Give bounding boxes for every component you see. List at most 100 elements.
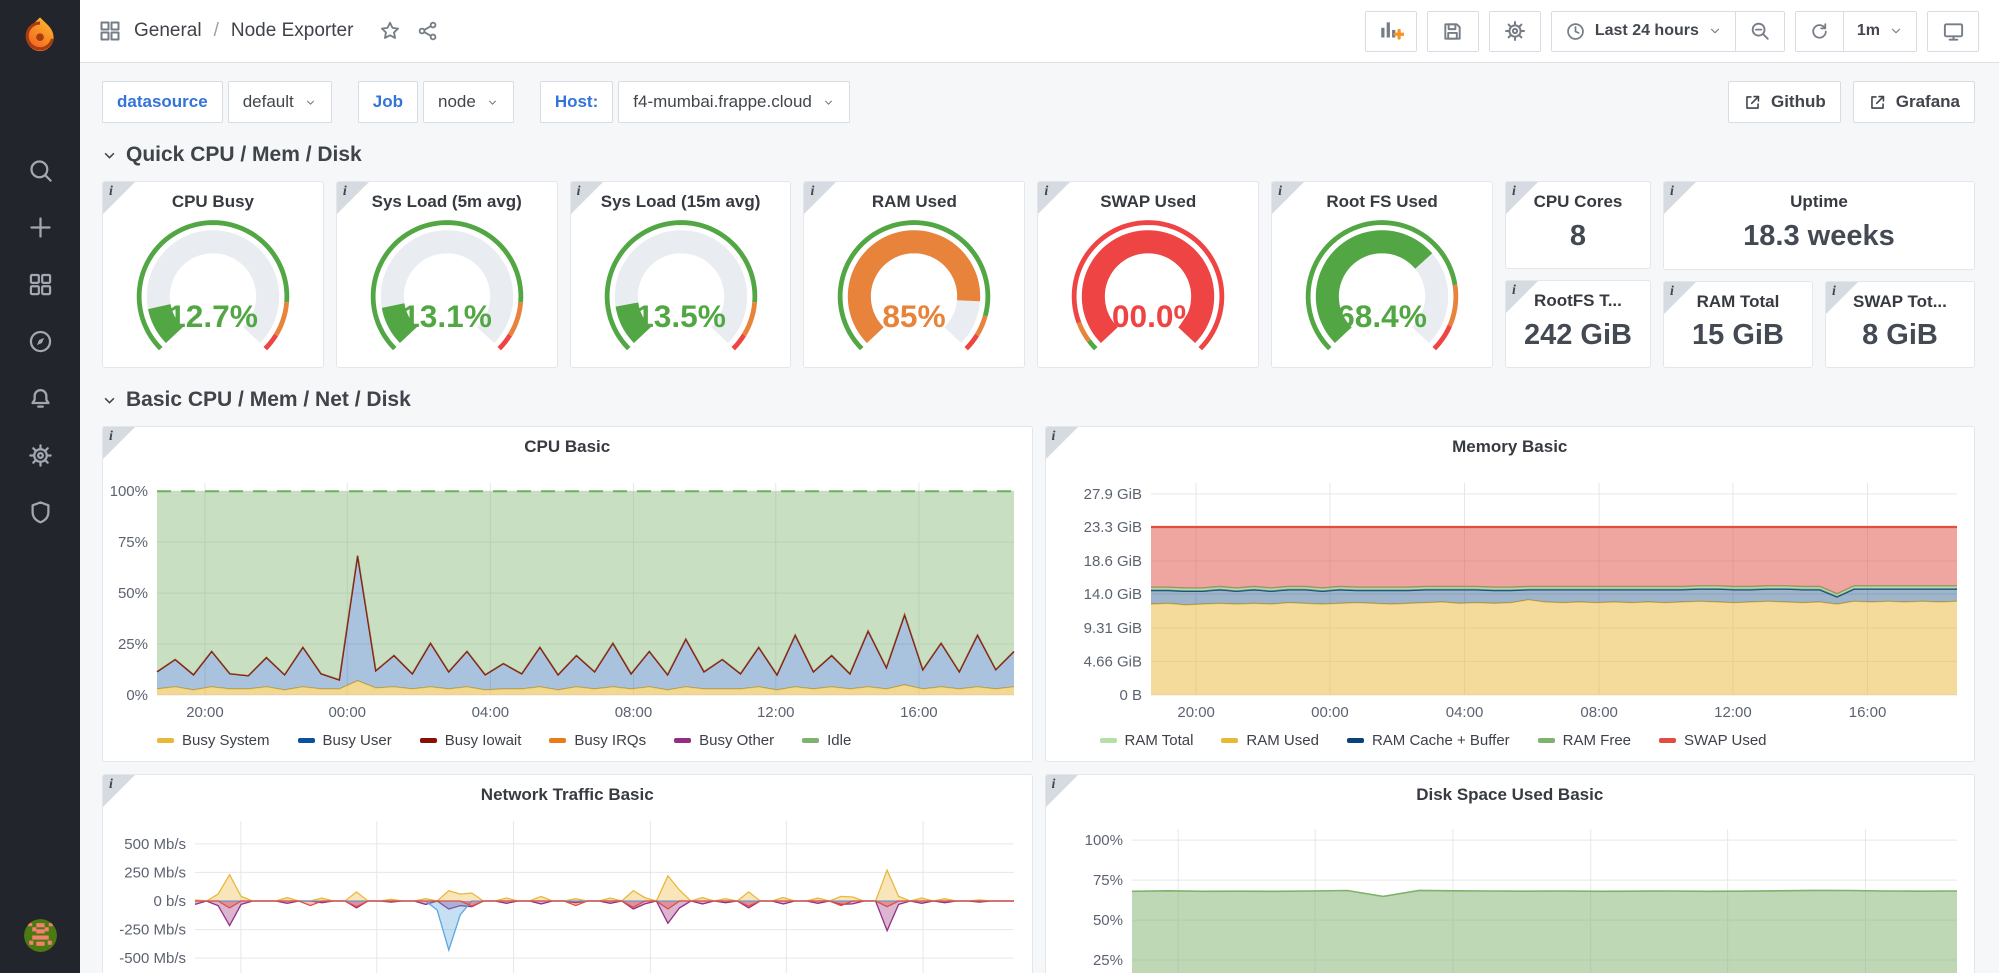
svg-text:50%: 50% (118, 585, 148, 602)
legend-item[interactable]: RAM Free (1538, 732, 1631, 749)
link-button-grafana[interactable]: Grafana (1853, 81, 1975, 123)
panel-title[interactable]: Root FS Used (1272, 182, 1492, 212)
legend-item[interactable]: Busy User (298, 732, 392, 749)
panel-info-corner[interactable]: i (804, 182, 836, 214)
stat-sub-row: iRAM Total15 GiBiSWAP Tot...8 GiB (1663, 281, 1975, 368)
share-icon[interactable] (417, 20, 439, 42)
panel-gauge-sys-load-15m-avg-: iSys Load (15m avg)13.5% (570, 181, 792, 368)
legend-item[interactable]: Busy Other (674, 732, 774, 749)
gauge: 12.7% (105, 212, 321, 354)
network-traffic-chart[interactable]: 500 Mb/s250 Mb/s0 b/s-250 Mb/s-500 Mb/s2… (111, 813, 1022, 973)
variables-bar: datasourcedefaultJobnodeHost:f4-mumbai.f… (80, 63, 1999, 123)
sidebar-item-dashboards[interactable] (0, 256, 80, 313)
panel-stat-cpu-cores: iCPU Cores8 (1505, 181, 1651, 269)
svg-text:16:00: 16:00 (900, 704, 938, 721)
panel-info-corner[interactable]: i (1664, 282, 1696, 314)
legend-item[interactable]: Idle (802, 732, 851, 749)
panel-info-corner[interactable]: i (103, 775, 135, 807)
svg-text:12:00: 12:00 (1714, 704, 1752, 721)
variable-label: Host: (540, 81, 613, 123)
panel-info-corner[interactable]: i (1506, 182, 1538, 214)
panel-title[interactable]: Memory Basic (1046, 427, 1975, 457)
panel-title[interactable]: Sys Load (5m avg) (337, 182, 557, 212)
panel-info-corner[interactable]: i (1506, 281, 1538, 313)
gauge: 100.0% (1040, 212, 1256, 354)
variable-value-dropdown[interactable]: f4-mumbai.frappe.cloud (618, 81, 850, 123)
chart-svg: 0 B4.66 GiB9.31 GiB14.0 GiB18.6 GiB23.3 … (1054, 475, 1965, 725)
dashboard-settings-button[interactable] (1489, 11, 1541, 52)
breadcrumb: General / Node Exporter (98, 19, 439, 43)
panel-info-corner[interactable]: i (1272, 182, 1304, 214)
legend-item[interactable]: Busy Iowait (420, 732, 522, 749)
disk-space-chart[interactable]: 0%25%50%75%100%20:0000:0004:0008:0012:00… (1054, 821, 1965, 973)
panel-info-corner[interactable]: i (1046, 427, 1078, 459)
link-button-github[interactable]: Github (1728, 81, 1841, 123)
stat-value: 15 GiB (1664, 312, 1812, 367)
panel-info-corner[interactable]: i (571, 182, 603, 214)
panel-title[interactable]: Network Traffic Basic (103, 775, 1032, 805)
save-dashboard-button[interactable] (1427, 11, 1479, 52)
variable-value-dropdown[interactable]: default (228, 81, 332, 123)
legend-label: SWAP Used (1684, 732, 1767, 749)
svg-text:4.66 GiB: 4.66 GiB (1083, 653, 1141, 670)
breadcrumb-folder[interactable]: General (134, 20, 202, 42)
svg-text:9.31 GiB: 9.31 GiB (1083, 620, 1141, 637)
grafana-logo[interactable] (0, 0, 80, 70)
chevron-down-icon (822, 96, 835, 109)
legend-item[interactable]: SWAP Used (1659, 732, 1767, 749)
row-header-basic[interactable]: Basic CPU / Mem / Net / Disk (102, 388, 1975, 412)
panel-title[interactable]: Uptime (1664, 182, 1974, 212)
zoom-out-time-button[interactable] (1735, 12, 1784, 51)
panel-info-corner[interactable]: i (1038, 182, 1070, 214)
refresh-icon (1809, 21, 1830, 42)
panel-title[interactable]: RAM Used (804, 182, 1024, 212)
add-panel-button[interactable] (1365, 11, 1417, 52)
refresh-interval-picker[interactable]: 1m (1843, 12, 1916, 51)
panel-title[interactable]: CPU Basic (103, 427, 1032, 457)
star-icon[interactable] (379, 20, 401, 42)
panel-network-traffic-basic: i Network Traffic Basic 500 Mb/s250 Mb/s… (102, 774, 1033, 973)
navbar-right: Last 24 hours 1m (1365, 11, 1979, 52)
legend-label: Busy IRQs (574, 732, 646, 749)
grafana-app: ? General / Node Exporter (0, 0, 1999, 973)
panel-info-corner[interactable]: i (1826, 282, 1858, 314)
row-header-quick[interactable]: Quick CPU / Mem / Disk (102, 143, 1975, 167)
cycle-view-mode-button[interactable] (1927, 11, 1979, 52)
panel-title[interactable]: Disk Space Used Basic (1046, 775, 1975, 805)
breadcrumb-dashboard-title[interactable]: Node Exporter (231, 20, 354, 42)
sidebar-item-alerting[interactable] (0, 370, 80, 427)
legend-label: Idle (827, 732, 851, 749)
legend-item[interactable]: RAM Cache + Buffer (1347, 732, 1510, 749)
user-avatar[interactable] (24, 919, 57, 952)
legend-item[interactable]: RAM Used (1221, 732, 1319, 749)
panel-info-corner[interactable]: i (103, 427, 135, 459)
sidebar-item-search[interactable] (0, 142, 80, 199)
cpu-basic-chart[interactable]: 0%25%50%75%100%20:0000:0004:0008:0012:00… (111, 475, 1022, 725)
panel-info-corner[interactable]: i (103, 182, 135, 214)
time-controls: Last 24 hours (1551, 11, 1785, 52)
panel-title[interactable]: Sys Load (15m avg) (571, 182, 791, 212)
variable-value-dropdown[interactable]: node (423, 81, 514, 123)
chevron-down-icon (102, 393, 117, 408)
panel-cpu-basic: i CPU Basic 0%25%50%75%100%20:0000:0004:… (102, 426, 1033, 762)
legend-item[interactable]: Busy IRQs (549, 732, 646, 749)
legend-item[interactable]: RAM Total (1100, 732, 1194, 749)
sidebar-item-server-admin[interactable] (0, 484, 80, 541)
panel-title[interactable]: SWAP Used (1038, 182, 1258, 212)
grafana-flame-icon (18, 13, 62, 57)
svg-text:-250 Mb/s: -250 Mb/s (119, 922, 186, 939)
gear-icon (27, 442, 54, 469)
panel-stat-swap-tot-: iSWAP Tot...8 GiB (1825, 281, 1975, 368)
legend-item[interactable]: Busy System (157, 732, 270, 749)
sidebar-item-explore[interactable] (0, 313, 80, 370)
sidebar-item-create[interactable] (0, 199, 80, 256)
time-range-picker[interactable]: Last 24 hours (1552, 12, 1735, 51)
panel-info-corner[interactable]: i (1664, 182, 1696, 214)
panel-title[interactable]: CPU Busy (103, 182, 323, 212)
memory-basic-chart[interactable]: 0 B4.66 GiB9.31 GiB14.0 GiB18.6 GiB23.3 … (1054, 475, 1965, 725)
panel-info-corner[interactable]: i (337, 182, 369, 214)
sidebar-nav (0, 142, 80, 541)
sidebar-item-configuration[interactable] (0, 427, 80, 484)
panel-info-corner[interactable]: i (1046, 775, 1078, 807)
refresh-button[interactable] (1796, 12, 1843, 51)
